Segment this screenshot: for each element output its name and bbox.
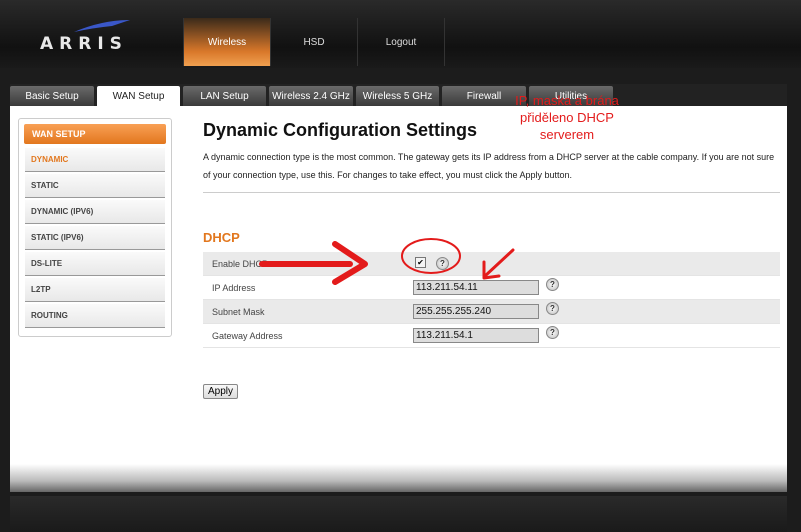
annotation-overlay — [259, 238, 515, 285]
red-circle-highlight — [401, 238, 461, 274]
red-arrow-down-icon — [482, 248, 515, 280]
red-arrow-right-icon — [259, 241, 368, 285]
